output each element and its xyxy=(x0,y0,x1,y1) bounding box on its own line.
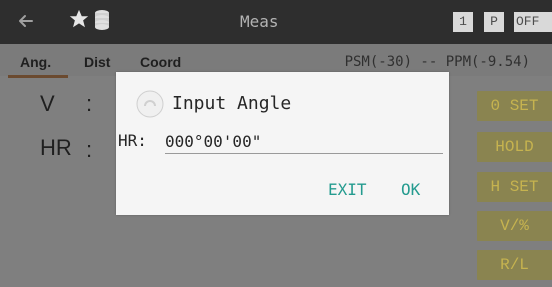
database-icon-svg xyxy=(95,10,109,30)
dialog-icon xyxy=(136,90,164,118)
top-bar: Meas 1 P OFF xyxy=(0,0,552,44)
back-arrow-icon[interactable] xyxy=(14,9,38,33)
badge-off: OFF xyxy=(514,12,552,32)
tab-dist[interactable]: Dist xyxy=(84,52,110,72)
r-l-button[interactable]: R/L xyxy=(477,250,552,280)
hr-input[interactable] xyxy=(165,129,443,154)
zero-set-button[interactable]: 0 SET xyxy=(477,91,552,121)
hr-colon: : xyxy=(86,137,93,162)
v-label: V xyxy=(40,91,55,116)
database-icon[interactable] xyxy=(94,9,110,31)
v-percent-button[interactable]: V/% xyxy=(477,211,552,241)
dialog-icon-svg xyxy=(136,90,164,118)
h-set-button[interactable]: H SET xyxy=(477,172,552,202)
ok-button[interactable]: OK xyxy=(401,180,420,200)
exit-button[interactable]: EXIT xyxy=(328,180,367,200)
page-title: Meas xyxy=(240,12,279,31)
badge-1: 1 xyxy=(453,12,473,32)
tab-underline xyxy=(8,75,68,78)
back-arrow-icon-svg xyxy=(19,15,33,27)
hold-button[interactable]: HOLD xyxy=(477,132,552,162)
tab-coord[interactable]: Coord xyxy=(140,52,181,72)
app-root: Meas 1 P OFF Ang. Dist Coord PSM(-30) --… xyxy=(0,0,552,287)
star-icon[interactable] xyxy=(68,8,90,30)
star-icon-svg xyxy=(69,9,89,28)
badge-p: P xyxy=(484,12,504,32)
hr-label-main: HR xyxy=(40,135,72,160)
hr-field-label: HR: xyxy=(118,131,147,150)
psm-ppm-status: PSM(-30) -- PPM(-9.54) xyxy=(344,54,530,70)
dialog-title: Input Angle xyxy=(172,93,292,114)
tab-angle[interactable]: Ang. xyxy=(20,52,51,72)
v-colon: : xyxy=(86,91,93,116)
